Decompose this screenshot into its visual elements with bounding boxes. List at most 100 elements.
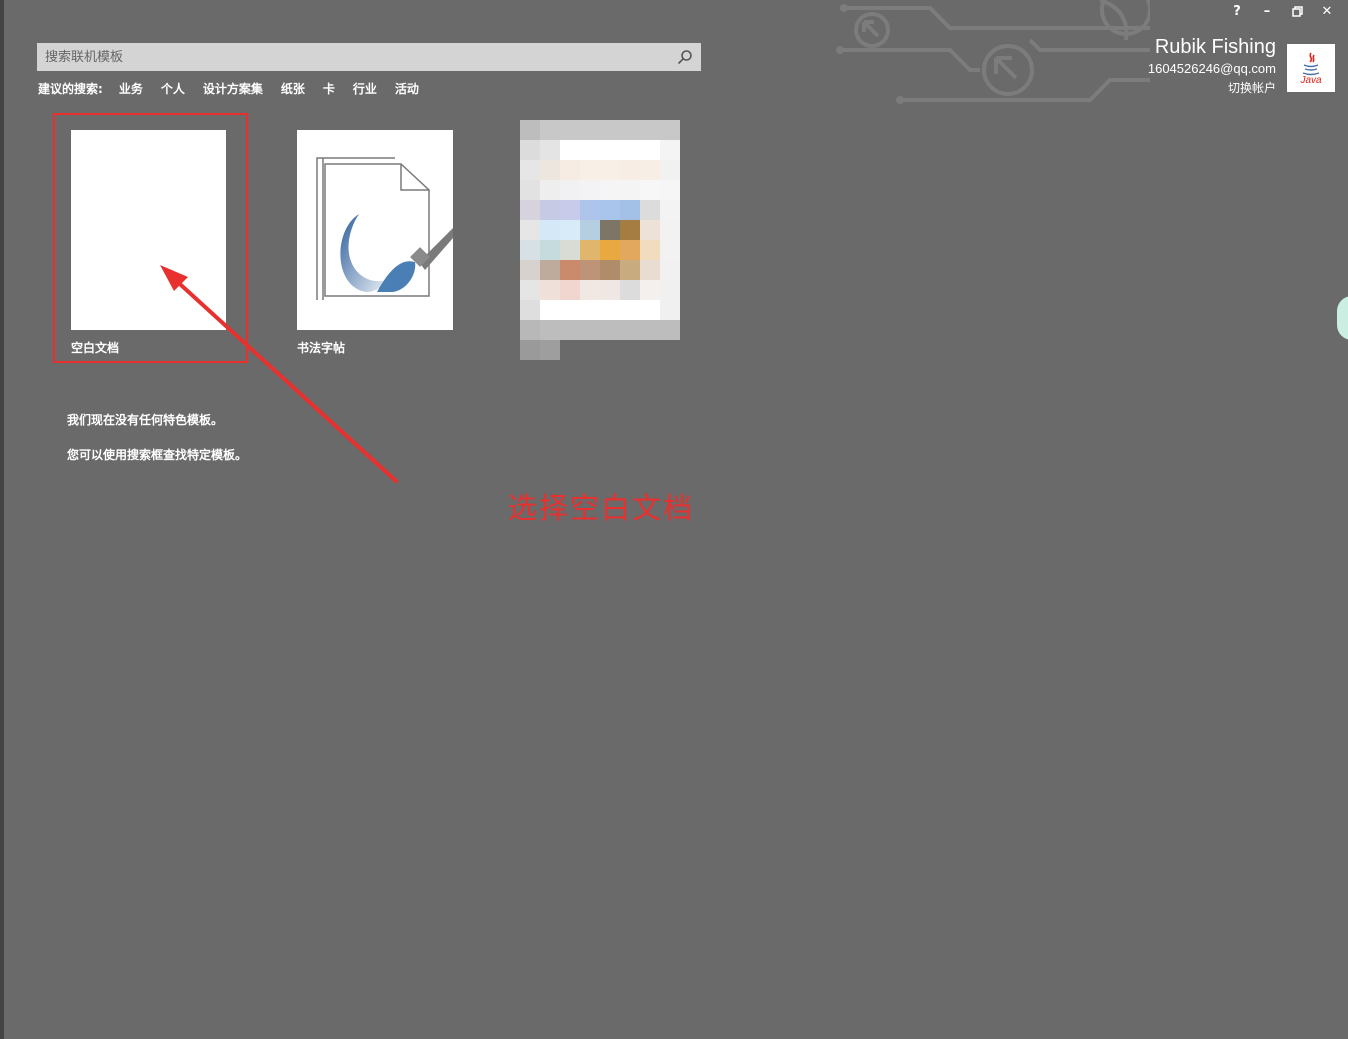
suggested-link-business[interactable]: 业务 — [119, 80, 143, 97]
close-button[interactable]: ✕ — [1316, 2, 1338, 20]
suggested-searches-title: 建议的搜索: — [38, 82, 103, 96]
mosaic-cell — [620, 320, 640, 340]
mosaic-cell — [580, 320, 600, 340]
suggested-link-events[interactable]: 活动 — [395, 80, 419, 97]
mosaic-cell — [660, 160, 680, 180]
mosaic-cell — [540, 340, 560, 360]
circuit-decoration-icon — [836, 0, 1150, 104]
mosaic-cell — [580, 140, 600, 160]
mosaic-cell — [640, 140, 660, 160]
avatar-label: Java — [1300, 74, 1322, 86]
mosaic-cell — [540, 320, 560, 340]
restore-button[interactable] — [1286, 2, 1308, 20]
suggested-link-cards[interactable]: 卡 — [323, 80, 335, 97]
search-icon[interactable] — [677, 49, 693, 65]
mosaic-cell — [580, 280, 600, 300]
mosaic-cell — [560, 320, 580, 340]
template-mosaic-thumbnail[interactable] — [520, 120, 680, 360]
suggested-link-personal[interactable]: 个人 — [161, 80, 185, 97]
window-left-edge — [0, 0, 4, 1039]
restore-icon — [1291, 5, 1303, 17]
mosaic-cell — [560, 140, 580, 160]
mosaic-cell — [540, 120, 560, 140]
mosaic-cell — [560, 180, 580, 200]
mosaic-cell — [600, 240, 620, 260]
account-email: 1604526246@qq.com — [1147, 61, 1276, 76]
mosaic-cell — [600, 140, 620, 160]
mosaic-cell — [520, 180, 540, 200]
mosaic-cell — [620, 220, 640, 240]
window-controls: ? – ✕ — [1226, 2, 1338, 20]
mosaic-cell — [520, 300, 540, 320]
mosaic-cell — [580, 300, 600, 320]
mosaic-cell — [540, 300, 560, 320]
mosaic-cell — [540, 240, 560, 260]
mosaic-cell — [640, 240, 660, 260]
mosaic-cell — [540, 140, 560, 160]
mosaic-cell — [560, 280, 580, 300]
avatar[interactable]: Java — [1287, 44, 1335, 92]
mosaic-cell — [600, 200, 620, 220]
mosaic-cell — [520, 340, 540, 360]
search-box — [37, 43, 701, 71]
mosaic-cell — [620, 140, 640, 160]
mosaic-cell — [640, 280, 660, 300]
mosaic-cell — [660, 140, 680, 160]
mosaic-cell — [620, 280, 640, 300]
mosaic-cell — [540, 200, 560, 220]
help-button[interactable]: ? — [1226, 2, 1248, 20]
mosaic-cell — [520, 260, 540, 280]
mosaic-cell — [660, 200, 680, 220]
mosaic-cell — [520, 320, 540, 340]
search-hint-message: 您可以使用搜索框查找特定模板。 — [67, 448, 248, 462]
mosaic-cell — [520, 140, 540, 160]
mosaic-cell — [600, 260, 620, 280]
suggested-link-paper[interactable]: 纸张 — [281, 80, 305, 97]
suggested-searches: 建议的搜索: 业务 个人 设计方案集 纸张 卡 行业 活动 — [38, 80, 437, 97]
mosaic-cell — [660, 260, 680, 280]
mosaic-cell — [560, 200, 580, 220]
mosaic-cell — [600, 180, 620, 200]
mosaic-cell — [620, 160, 640, 180]
mosaic-cell — [600, 300, 620, 320]
suggested-link-industry[interactable]: 行业 — [353, 80, 377, 97]
mosaic-cell — [620, 260, 640, 280]
mosaic-cell — [540, 260, 560, 280]
mosaic-cell — [620, 120, 640, 140]
account-name: Rubik Fishing — [1154, 36, 1276, 58]
annotation-text: 选择空白文档 — [508, 491, 695, 525]
mosaic-cell — [560, 240, 580, 260]
minimize-button[interactable]: – — [1256, 2, 1278, 20]
mosaic-cell — [600, 160, 620, 180]
mosaic-cell — [640, 160, 660, 180]
mosaic-cell — [580, 180, 600, 200]
mosaic-cell — [660, 120, 680, 140]
mosaic-cell — [600, 280, 620, 300]
mosaic-cell — [520, 220, 540, 240]
mosaic-cell — [620, 200, 640, 220]
mosaic-cell — [640, 120, 660, 140]
mosaic-cell — [640, 260, 660, 280]
mosaic-cell — [640, 300, 660, 320]
mosaic-cell — [640, 180, 660, 200]
mosaic-cell — [600, 220, 620, 240]
mosaic-cell — [560, 160, 580, 180]
mosaic-cell — [660, 300, 680, 320]
mosaic-cell — [520, 160, 540, 180]
mosaic-cell — [600, 320, 620, 340]
mosaic-cell — [580, 220, 600, 240]
mosaic-cell — [520, 280, 540, 300]
mosaic-cell — [520, 120, 540, 140]
mosaic-cell — [580, 160, 600, 180]
mosaic-cell — [660, 220, 680, 240]
suggested-link-design-sets[interactable]: 设计方案集 — [203, 80, 263, 97]
search-input[interactable] — [37, 43, 667, 71]
mosaic-cell — [620, 180, 640, 200]
switch-account-link[interactable]: 切换帐户 — [1148, 79, 1276, 96]
mosaic-cell — [660, 320, 680, 340]
mosaic-cell — [560, 220, 580, 240]
mosaic-cell — [640, 320, 660, 340]
mosaic-cell — [560, 120, 580, 140]
mosaic-cell — [560, 260, 580, 280]
side-panel-handle[interactable] — [1337, 296, 1348, 340]
